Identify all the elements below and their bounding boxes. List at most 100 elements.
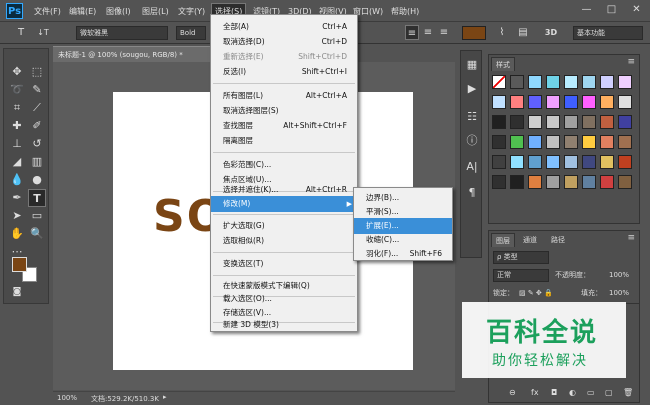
menu-item-modify[interactable]: 修改(M) ▶ — [211, 196, 357, 212]
style-swatch[interactable] — [564, 175, 578, 189]
menu-item-select-all[interactable]: 全部(A) Ctrl+A — [211, 19, 357, 35]
type-tool-icon[interactable]: T — [28, 189, 46, 207]
link-layers-icon[interactable]: ⊖ — [509, 386, 516, 400]
tab-styles[interactable]: 样式 — [491, 57, 515, 71]
style-swatch[interactable] — [582, 115, 596, 129]
menu-edit[interactable]: 编辑(E) — [66, 4, 99, 19]
crop-tool-icon[interactable]: ⌗ — [8, 99, 26, 117]
style-swatch[interactable] — [546, 75, 560, 89]
style-swatch[interactable] — [582, 155, 596, 169]
menu-type[interactable]: 文字(Y) — [175, 4, 208, 19]
font-style-select[interactable]: Bold — [176, 26, 206, 40]
style-swatch[interactable] — [528, 115, 542, 129]
menu-item-find-layers[interactable]: 查找图层 Alt+Shift+Ctrl+F — [211, 118, 357, 134]
style-swatch[interactable] — [528, 135, 542, 149]
fill-value[interactable]: 100% — [609, 286, 629, 300]
blur-tool-icon[interactable]: 💧 — [8, 171, 26, 189]
style-swatch[interactable] — [600, 95, 614, 109]
tab-paths[interactable]: 路径 — [547, 233, 569, 247]
warp-text-icon[interactable]: ⌇ — [495, 25, 509, 40]
style-swatch[interactable] — [510, 95, 524, 109]
menu-file[interactable]: 文件(F) — [31, 4, 64, 19]
text-orientation-icon[interactable]: ↓T — [34, 25, 52, 40]
style-swatch[interactable] — [510, 135, 524, 149]
style-swatch[interactable] — [546, 95, 560, 109]
quick-select-tool-icon[interactable]: ✎ — [28, 81, 46, 99]
style-swatch[interactable] — [618, 135, 632, 149]
style-swatch[interactable] — [618, 155, 632, 169]
style-swatch[interactable] — [618, 175, 632, 189]
tab-channels[interactable]: 通道 — [519, 233, 541, 247]
menu-item-isolate-layers[interactable]: 隔离图层 — [211, 133, 357, 149]
menu-item-color-range[interactable]: 色彩范围(C)... — [211, 157, 357, 173]
close-button[interactable]: ✕ — [624, 0, 649, 20]
align-right-icon[interactable]: ≡ — [437, 25, 451, 40]
submenu-item-feather[interactable]: 羽化(F)... Shift+F6 — [354, 246, 452, 262]
status-menu-arrow-icon[interactable]: ▸ — [163, 393, 167, 401]
stamp-tool-icon[interactable]: ⊥ — [8, 135, 26, 153]
style-swatch[interactable] — [546, 135, 560, 149]
eyedropper-tool-icon[interactable]: ⟋ — [28, 99, 46, 117]
style-swatch[interactable] — [600, 115, 614, 129]
eraser-tool-icon[interactable]: ◢ — [8, 153, 26, 171]
style-swatch[interactable] — [600, 155, 614, 169]
style-swatch[interactable] — [510, 175, 524, 189]
actions-panel-icon[interactable]: ▶ — [464, 81, 480, 97]
hand-tool-icon[interactable]: ✋ — [8, 225, 26, 243]
foreground-color-swatch[interactable] — [12, 257, 27, 272]
style-swatch[interactable] — [510, 75, 524, 89]
style-swatch[interactable] — [618, 115, 632, 129]
style-swatch[interactable] — [618, 75, 632, 89]
style-swatch[interactable] — [582, 95, 596, 109]
style-swatch[interactable] — [528, 95, 542, 109]
menu-item-new-3d-model[interactable]: 新建 3D 模型(3) — [211, 317, 357, 333]
style-swatch[interactable] — [564, 135, 578, 149]
tab-layers[interactable]: 图层 — [491, 233, 515, 247]
3d-mode-button[interactable]: 3D — [540, 25, 562, 40]
style-swatch[interactable] — [582, 175, 596, 189]
minimize-button[interactable]: — — [574, 0, 599, 20]
menu-help[interactable]: 帮助(H) — [388, 4, 422, 19]
style-swatch[interactable] — [528, 155, 542, 169]
menu-image[interactable]: 图像(I) — [103, 4, 134, 19]
gradient-tool-icon[interactable]: ▥ — [28, 153, 46, 171]
panel-menu-icon[interactable]: ≡ — [627, 233, 635, 243]
quick-mask-icon[interactable]: ◙ — [8, 283, 26, 301]
layer-style-icon[interactable]: fx — [531, 386, 539, 400]
style-swatch[interactable] — [492, 175, 506, 189]
style-swatch[interactable] — [492, 115, 506, 129]
history-brush-icon[interactable]: ↺ — [28, 135, 46, 153]
opacity-value[interactable]: 100% — [609, 268, 629, 282]
adjustment-layer-icon[interactable]: ◐ — [569, 386, 576, 400]
menu-item-similar[interactable]: 选取相似(R) — [211, 233, 357, 249]
menu-layer[interactable]: 图层(L) — [139, 4, 172, 19]
style-swatch[interactable] — [582, 135, 596, 149]
delete-layer-icon[interactable]: 🗑 — [623, 386, 633, 400]
type-tool-icon[interactable]: T — [14, 25, 28, 40]
style-swatch[interactable] — [600, 75, 614, 89]
lasso-tool-icon[interactable]: ➰ — [8, 81, 26, 99]
layer-filter-select[interactable]: ρ 类型 — [493, 251, 549, 264]
properties-panel-icon[interactable]: ☷ — [464, 109, 480, 125]
panel-menu-icon[interactable]: ≡ — [627, 57, 635, 67]
style-swatch[interactable] — [528, 75, 542, 89]
menu-item-deselect[interactable]: 取消选择(D) Ctrl+D — [211, 34, 357, 50]
healing-tool-icon[interactable]: ✚ — [8, 117, 26, 135]
style-swatch[interactable] — [528, 175, 542, 189]
style-swatch[interactable] — [564, 75, 578, 89]
font-family-select[interactable]: 微软雅黑 — [76, 26, 168, 40]
paragraph-panel-icon[interactable]: ¶ — [464, 185, 480, 201]
character-panel-icon[interactable]: ▤ — [516, 25, 530, 40]
zoom-tool-icon[interactable]: 🔍 — [28, 225, 46, 243]
style-swatch[interactable] — [600, 135, 614, 149]
path-select-tool-icon[interactable]: ➤ — [8, 207, 26, 225]
style-swatch[interactable] — [546, 155, 560, 169]
info-panel-icon[interactable]: ⓘ — [464, 133, 480, 149]
style-swatch[interactable] — [600, 175, 614, 189]
style-swatch[interactable] — [564, 95, 578, 109]
character-panel-icon[interactable]: A| — [464, 159, 480, 175]
style-swatch[interactable] — [492, 135, 506, 149]
dodge-tool-icon[interactable]: ● — [28, 171, 46, 189]
pen-tool-icon[interactable]: ✒ — [8, 189, 26, 207]
style-swatch[interactable] — [492, 155, 506, 169]
